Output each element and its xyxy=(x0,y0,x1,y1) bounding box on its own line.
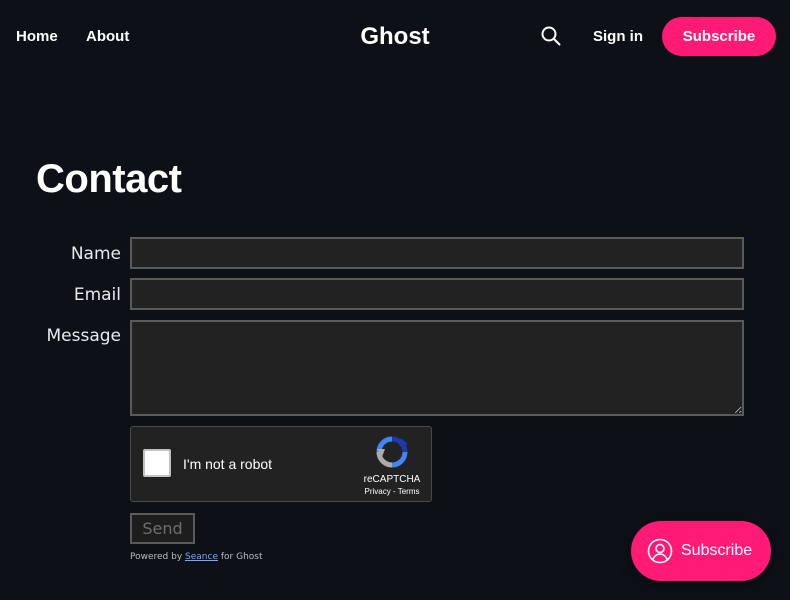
name-input[interactable] xyxy=(130,237,744,269)
powered-by-text: Powered by Seance for Ghost xyxy=(130,551,263,563)
site-header: Home About Ghost Sign in Subscribe xyxy=(0,0,790,72)
portal-subscribe-button[interactable]: Subscribe xyxy=(631,521,771,581)
user-circle-icon xyxy=(647,538,673,564)
recaptcha-widget: I'm not a robot reCAPTCHA Privacy - Term… xyxy=(130,426,432,502)
recaptcha-brand: reCAPTCHA xyxy=(363,474,421,485)
search-button[interactable] xyxy=(540,25,562,47)
send-button[interactable]: Send xyxy=(130,513,195,544)
recaptcha-logo-icon xyxy=(376,436,408,468)
recaptcha-checkbox[interactable] xyxy=(143,449,171,477)
portal-subscribe-label: Subscribe xyxy=(681,542,753,559)
recaptcha-terms-link[interactable]: Terms xyxy=(398,487,420,496)
recaptcha-separator: - xyxy=(390,487,398,496)
recaptcha-privacy-link[interactable]: Privacy xyxy=(365,487,391,496)
message-label: Message xyxy=(46,326,121,346)
page-title: Contact xyxy=(36,157,182,201)
email-input[interactable] xyxy=(130,278,744,310)
seance-link[interactable]: Seance xyxy=(185,552,218,562)
recaptcha-links: Privacy - Terms xyxy=(353,487,431,497)
search-icon xyxy=(541,26,561,46)
recaptcha-label: I'm not a robot xyxy=(183,456,273,472)
page: Home About Ghost Sign in Subscribe Conta… xyxy=(0,0,790,600)
sign-in-link[interactable]: Sign in xyxy=(593,27,643,47)
name-label: Name xyxy=(70,244,121,264)
header-subscribe-button[interactable]: Subscribe xyxy=(662,17,776,56)
email-label: Email xyxy=(73,285,121,305)
powered-suffix: for Ghost xyxy=(218,552,263,562)
message-textarea[interactable] xyxy=(130,320,744,416)
powered-prefix: Powered by xyxy=(130,552,186,562)
